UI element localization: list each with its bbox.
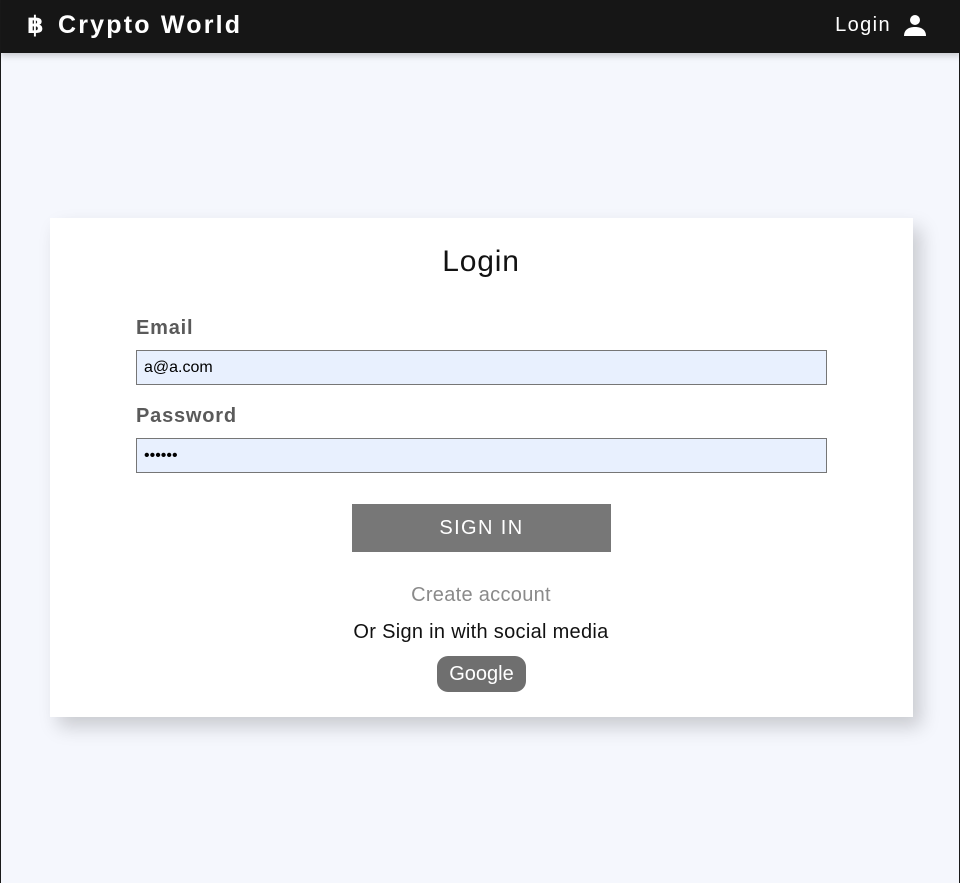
nav-login-link[interactable]: Login xyxy=(835,10,927,40)
bitcoin-icon: ฿ xyxy=(27,11,44,39)
user-icon xyxy=(904,15,926,36)
nav-login-label: Login xyxy=(835,13,891,36)
email-label: Email xyxy=(136,317,194,339)
brand-logo-link[interactable]: ฿ Crypto World xyxy=(27,10,242,40)
brand-title: Crypto World xyxy=(58,11,243,39)
email-field[interactable] xyxy=(136,350,827,385)
password-label: Password xyxy=(136,405,237,427)
google-signin-button[interactable]: Google xyxy=(437,656,526,692)
top-navbar: ฿ Crypto World Login xyxy=(1,0,960,53)
create-account-row: Create account xyxy=(1,582,960,608)
password-field[interactable] xyxy=(136,438,827,473)
login-title: Login xyxy=(442,245,520,278)
social-signin-text: Or Sign in with social media xyxy=(353,621,609,643)
sign-in-button[interactable]: SIGN IN xyxy=(352,504,611,552)
create-account-link[interactable]: Create account xyxy=(411,584,551,606)
